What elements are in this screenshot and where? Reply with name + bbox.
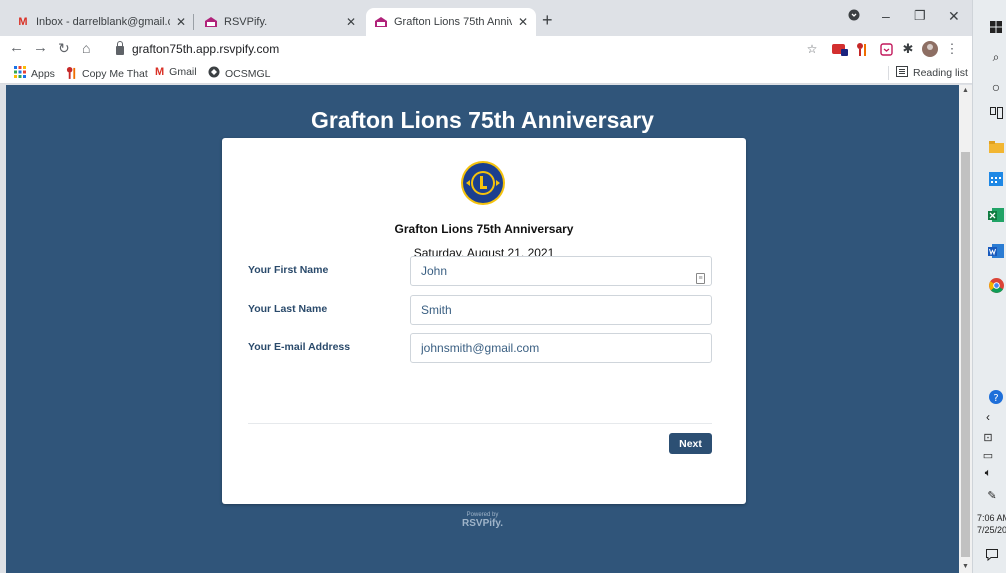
globe-icon — [208, 66, 220, 81]
calendar-app-icon[interactable] — [987, 170, 1005, 188]
usb-icon[interactable]: ⊡ — [979, 428, 997, 446]
autofill-icon[interactable]: ≡ — [696, 273, 705, 284]
search-icon[interactable]: ⌕ — [987, 48, 1005, 66]
browser-toolbar: ← → ↻ ⌂ grafton75th.app.rsvpify.com ☆ ✱ … — [0, 36, 972, 62]
bookmark-label: OCSMGL — [225, 67, 271, 80]
lions-logo-icon — [460, 160, 506, 206]
page-title: Grafton Lions 75th Anniversary — [311, 107, 654, 133]
bookmark-copy-me-that[interactable]: Copy Me That — [66, 66, 148, 82]
tab-separator — [193, 14, 194, 30]
svg-text:?: ? — [993, 393, 998, 404]
close-icon[interactable]: ✕ — [518, 15, 528, 29]
battery-icon[interactable]: ▭ — [979, 446, 997, 464]
word-icon[interactable] — [987, 242, 1005, 260]
next-button[interactable]: Next — [669, 433, 712, 454]
reload-icon[interactable]: ↻ — [58, 40, 70, 56]
windows-taskbar: ⌕ ○ ? ‹ ⊡ ▭ 🔈︎ ✎ 7:06 AM 7/25/20 — [972, 0, 1006, 573]
clock-time: 7:06 AM — [977, 513, 1006, 523]
url-text: grafton75th.app.rsvpify.com — [132, 42, 280, 56]
divider — [888, 66, 889, 80]
tab-rsvpify[interactable]: RSVPify. ✕ — [196, 8, 364, 36]
shield-extension-icon[interactable] — [878, 41, 894, 57]
lock-icon — [116, 40, 124, 55]
restore-icon[interactable]: ❐ — [914, 8, 926, 24]
event-name: Grafton Lions 75th Anniversary — [394, 222, 574, 236]
rsvp-card: Grafton Lions 75th Anniversary Saturday,… — [222, 138, 746, 504]
bookmarks-bar: Apps Copy Me That M Gmail OCSMGL Reading… — [0, 62, 972, 84]
bookmark-gmail[interactable]: M Gmail — [155, 66, 197, 78]
puzzle-extensions-icon[interactable]: ✱ — [900, 41, 916, 57]
browser-window: M Inbox - darrelblank@gmail.com - ✕ RSVP… — [0, 0, 972, 573]
rsvpify-brand: RSVPify. — [462, 518, 503, 529]
address-bar[interactable]: grafton75th.app.rsvpify.com — [116, 40, 280, 56]
bookmark-ocsmgl[interactable]: OCSMGL — [208, 66, 271, 81]
bookmark-label: Apps — [31, 67, 55, 80]
copymethat-icon — [66, 66, 77, 82]
bookmark-star-icon[interactable]: ☆ — [804, 41, 820, 57]
clock-date: 7/25/20 — [977, 525, 1006, 535]
chevron-left-icon[interactable]: ‹ — [979, 408, 997, 426]
page-content: Grafton Lions 75th Anniversary Grafton L… — [6, 85, 959, 573]
taskbar-clock[interactable]: 7:06 AM 7/25/20 — [977, 512, 1006, 536]
rsvpify-icon — [204, 15, 218, 29]
reading-list-label: Reading list — [913, 67, 968, 79]
close-icon[interactable]: ✕ — [176, 15, 186, 29]
back-icon[interactable]: ← — [9, 40, 24, 56]
notifications-icon[interactable] — [983, 546, 1001, 564]
rsvpify-icon — [374, 15, 388, 29]
tab-strip: M Inbox - darrelblank@gmail.com - ✕ RSVP… — [0, 0, 972, 36]
scroll-up-icon[interactable]: ▲ — [962, 87, 969, 94]
excel-icon[interactable] — [987, 206, 1005, 224]
close-icon[interactable]: ✕ — [346, 15, 356, 29]
tab-label: RSVPify. — [224, 16, 268, 28]
gmail-icon: M — [18, 16, 28, 28]
speaker-icon[interactable]: 🔈︎ — [979, 464, 997, 482]
scroll-thumb[interactable] — [961, 152, 970, 557]
tab-label: Grafton Lions 75th Anniversary — [394, 16, 512, 28]
profile-icon[interactable] — [848, 8, 860, 24]
email-field[interactable] — [410, 333, 712, 363]
powered-by-rsvpify[interactable]: Powered by RSVPify. — [6, 512, 959, 529]
minimize-icon[interactable]: – — [882, 8, 890, 24]
gmail-icon: M — [155, 66, 165, 78]
last-name-field[interactable] — [410, 295, 712, 325]
extension-icon[interactable] — [832, 41, 848, 57]
vertical-scrollbar[interactable]: ▲ ▼ — [959, 85, 972, 573]
chrome-icon[interactable] — [987, 276, 1005, 294]
tab-label: Inbox - darrelblank@gmail.com - — [36, 16, 170, 28]
pen-icon[interactable]: ✎ — [983, 486, 1001, 504]
copymethat-extension-icon[interactable] — [854, 41, 870, 57]
bookmark-label: Gmail — [169, 66, 197, 78]
help-icon[interactable]: ? — [987, 388, 1005, 406]
scroll-down-icon[interactable]: ▼ — [962, 563, 969, 570]
reading-list-icon — [896, 66, 908, 80]
windows-start-icon[interactable] — [987, 18, 1005, 36]
reading-list-button[interactable]: Reading list — [888, 66, 968, 80]
apps-grid-icon — [14, 66, 26, 81]
menu-kebab-icon[interactable]: ⋮ — [944, 41, 960, 57]
email-label: Your E-mail Address — [248, 341, 351, 353]
file-explorer-icon[interactable] — [987, 138, 1005, 156]
forward-icon[interactable]: → — [33, 40, 48, 56]
divider — [248, 423, 712, 424]
cortana-icon[interactable]: ○ — [987, 78, 1005, 96]
close-window-icon[interactable]: ✕ — [948, 8, 960, 25]
new-tab-button[interactable]: + — [542, 11, 553, 29]
home-icon[interactable]: ⌂ — [82, 40, 90, 56]
last-name-label: Your Last Name — [248, 303, 328, 315]
tab-grafton-lions[interactable]: Grafton Lions 75th Anniversary ✕ — [366, 8, 536, 36]
avatar[interactable] — [922, 41, 938, 57]
bookmark-label: Copy Me That — [82, 68, 148, 80]
first-name-label: Your First Name — [248, 264, 329, 276]
task-view-icon[interactable] — [987, 104, 1005, 122]
first-name-field[interactable] — [410, 256, 712, 286]
tab-gmail-inbox[interactable]: M Inbox - darrelblank@gmail.com - ✕ — [8, 8, 194, 36]
bookmark-apps[interactable]: Apps — [14, 66, 55, 81]
